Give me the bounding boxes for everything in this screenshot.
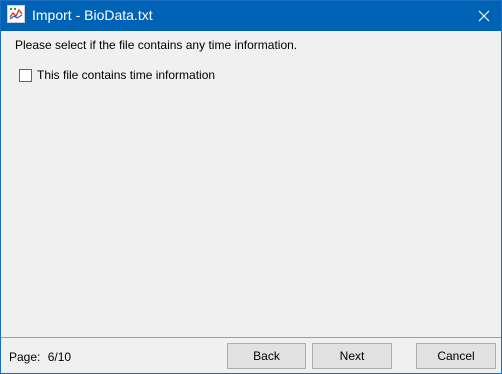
time-information-checkbox[interactable] [19,68,32,82]
close-button[interactable] [467,1,501,31]
chart-document-icon [7,5,25,23]
prompt-text: Please select if the file contains any t… [15,38,298,52]
page-value: 6/10 [47,350,72,364]
time-information-option[interactable]: This file contains time information [19,68,215,82]
back-button[interactable]: Back [227,343,306,369]
title-bar[interactable]: Import - BioData.txt [1,1,501,31]
window-title: Import - BioData.txt [32,7,153,23]
import-dialog: Import - BioData.txt Please select if th… [0,0,502,374]
dialog-content: Please select if the file contains any t… [1,31,501,337]
dialog-footer: Page: 6/10 Back Next Cancel [1,338,501,373]
page-label: Page: [9,350,41,364]
close-icon [478,10,490,22]
page-indicator: Page: 6/10 [9,350,71,364]
next-button[interactable]: Next [312,343,392,369]
cancel-button[interactable]: Cancel [416,343,496,369]
time-information-checkbox-label[interactable]: This file contains time information [37,68,215,82]
